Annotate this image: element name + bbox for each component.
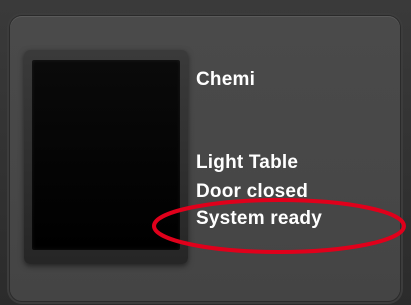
preview-frame <box>24 50 188 264</box>
device-name: Chemi <box>196 69 256 90</box>
status-door: Door closed <box>196 181 308 202</box>
status-system: System ready <box>196 208 322 229</box>
preview-image[interactable] <box>32 60 180 250</box>
window-background: Chemi Light Table Door closed System rea… <box>0 0 411 305</box>
status-light-table: Light Table <box>196 152 299 173</box>
